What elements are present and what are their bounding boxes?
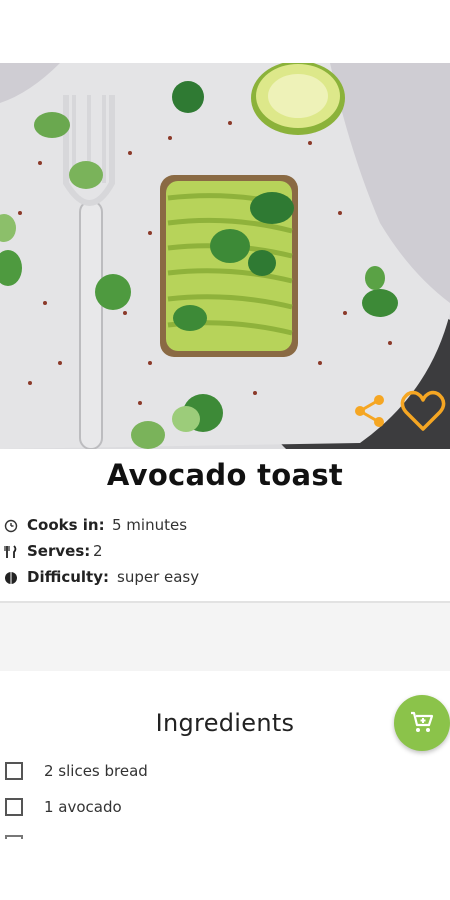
cutlery-icon [4, 545, 17, 558]
ingredient-checkbox-partial[interactable] [5, 835, 23, 839]
serves-row: Serves: 2 [0, 541, 450, 563]
favorite-button[interactable] [400, 389, 446, 433]
ingredient-item[interactable]: 1 avocado [0, 796, 450, 822]
top-bar [0, 0, 450, 63]
share-icon [355, 395, 384, 427]
serves-label: Serves: [27, 542, 91, 560]
heart-outline-icon [400, 390, 446, 431]
add-to-cart-button[interactable] [394, 695, 450, 751]
ingredient-checkbox[interactable] [5, 798, 23, 816]
recipe-title: Avocado toast [106, 458, 344, 492]
ingredients-title: Ingredients [155, 709, 295, 737]
difficulty-row: Difficulty: super easy [0, 567, 450, 589]
ingredient-label: 2 slices bread [44, 762, 148, 780]
cook-time-row: Cooks in: 5 minutes [0, 515, 450, 537]
cook-time-label: Cooks in: [27, 516, 105, 534]
share-button[interactable] [350, 391, 390, 431]
clock-icon [4, 519, 18, 533]
difficulty-value: super easy [117, 568, 200, 586]
difficulty-icon [5, 572, 17, 584]
ingredient-label: 1 avocado [44, 798, 122, 816]
serves-value: 2 [93, 542, 103, 560]
hero-actions [350, 389, 450, 435]
cook-time-value: 5 minutes [112, 516, 188, 534]
section-spacer [0, 603, 450, 671]
shopping-cart-icon [411, 711, 434, 732]
ingredient-item[interactable]: 2 slices bread [0, 760, 450, 786]
difficulty-label: Difficulty: [27, 568, 109, 586]
ingredient-checkbox[interactable] [5, 762, 23, 780]
recipe-hero-image [0, 63, 450, 449]
